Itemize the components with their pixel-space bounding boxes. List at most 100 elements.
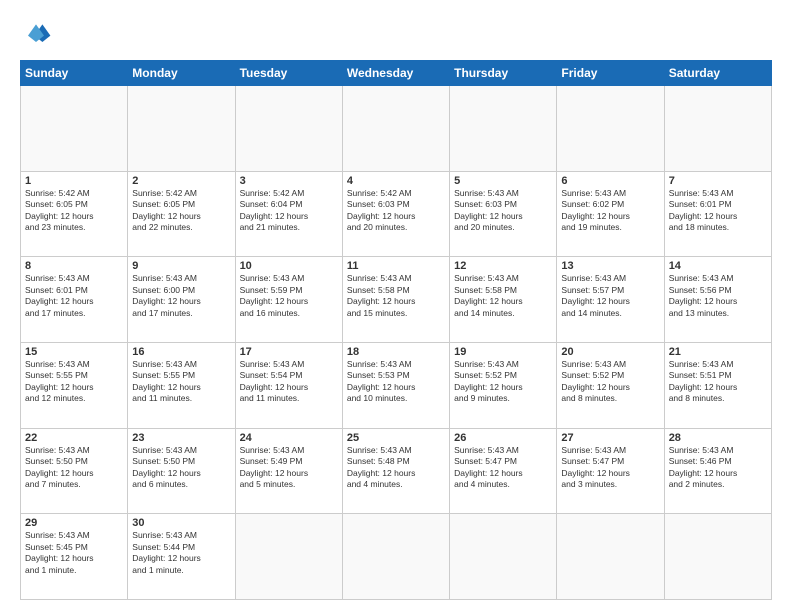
day-number: 21 — [669, 346, 767, 358]
day-number: 18 — [347, 346, 445, 358]
day-cell: 29Sunrise: 5:43 AM Sunset: 5:45 PM Dayli… — [21, 514, 128, 600]
week-row-4: 22Sunrise: 5:43 AM Sunset: 5:50 PM Dayli… — [21, 428, 772, 514]
day-number: 25 — [347, 432, 445, 444]
day-number: 8 — [25, 260, 123, 272]
day-cell: 4Sunrise: 5:42 AM Sunset: 6:03 PM Daylig… — [342, 171, 449, 257]
day-number: 9 — [132, 260, 230, 272]
day-detail: Sunrise: 5:43 AM Sunset: 5:57 PM Dayligh… — [561, 273, 659, 319]
day-cell: 15Sunrise: 5:43 AM Sunset: 5:55 PM Dayli… — [21, 342, 128, 428]
week-row-1: 1Sunrise: 5:42 AM Sunset: 6:05 PM Daylig… — [21, 171, 772, 257]
day-detail: Sunrise: 5:43 AM Sunset: 6:00 PM Dayligh… — [132, 273, 230, 319]
day-number: 12 — [454, 260, 552, 272]
day-number: 7 — [669, 175, 767, 187]
day-detail: Sunrise: 5:43 AM Sunset: 5:52 PM Dayligh… — [454, 359, 552, 405]
day-cell: 20Sunrise: 5:43 AM Sunset: 5:52 PM Dayli… — [557, 342, 664, 428]
day-cell — [235, 514, 342, 600]
day-cell: 17Sunrise: 5:43 AM Sunset: 5:54 PM Dayli… — [235, 342, 342, 428]
day-cell: 27Sunrise: 5:43 AM Sunset: 5:47 PM Dayli… — [557, 428, 664, 514]
day-detail: Sunrise: 5:43 AM Sunset: 5:58 PM Dayligh… — [347, 273, 445, 319]
day-cell: 8Sunrise: 5:43 AM Sunset: 6:01 PM Daylig… — [21, 257, 128, 343]
day-cell: 18Sunrise: 5:43 AM Sunset: 5:53 PM Dayli… — [342, 342, 449, 428]
week-row-2: 8Sunrise: 5:43 AM Sunset: 6:01 PM Daylig… — [21, 257, 772, 343]
day-detail: Sunrise: 5:43 AM Sunset: 5:56 PM Dayligh… — [669, 273, 767, 319]
day-detail: Sunrise: 5:42 AM Sunset: 6:03 PM Dayligh… — [347, 188, 445, 234]
page: SundayMondayTuesdayWednesdayThursdayFrid… — [0, 0, 792, 612]
day-detail: Sunrise: 5:43 AM Sunset: 5:54 PM Dayligh… — [240, 359, 338, 405]
day-detail: Sunrise: 5:42 AM Sunset: 6:05 PM Dayligh… — [132, 188, 230, 234]
day-detail: Sunrise: 5:43 AM Sunset: 6:03 PM Dayligh… — [454, 188, 552, 234]
day-number: 22 — [25, 432, 123, 444]
day-cell: 26Sunrise: 5:43 AM Sunset: 5:47 PM Dayli… — [450, 428, 557, 514]
day-cell: 16Sunrise: 5:43 AM Sunset: 5:55 PM Dayli… — [128, 342, 235, 428]
day-number: 28 — [669, 432, 767, 444]
day-cell — [557, 86, 664, 172]
day-cell: 12Sunrise: 5:43 AM Sunset: 5:58 PM Dayli… — [450, 257, 557, 343]
day-number: 26 — [454, 432, 552, 444]
day-number: 6 — [561, 175, 659, 187]
day-detail: Sunrise: 5:43 AM Sunset: 5:59 PM Dayligh… — [240, 273, 338, 319]
day-number: 29 — [25, 517, 123, 529]
day-cell: 24Sunrise: 5:43 AM Sunset: 5:49 PM Dayli… — [235, 428, 342, 514]
day-number: 19 — [454, 346, 552, 358]
day-detail: Sunrise: 5:43 AM Sunset: 5:58 PM Dayligh… — [454, 273, 552, 319]
day-number: 10 — [240, 260, 338, 272]
calendar-table: SundayMondayTuesdayWednesdayThursdayFrid… — [20, 60, 772, 600]
week-row-5: 29Sunrise: 5:43 AM Sunset: 5:45 PM Dayli… — [21, 514, 772, 600]
day-detail: Sunrise: 5:43 AM Sunset: 5:48 PM Dayligh… — [347, 445, 445, 491]
day-number: 13 — [561, 260, 659, 272]
header — [20, 18, 772, 50]
day-cell — [664, 514, 771, 600]
day-cell — [450, 86, 557, 172]
day-cell — [664, 86, 771, 172]
day-number: 24 — [240, 432, 338, 444]
day-detail: Sunrise: 5:43 AM Sunset: 5:50 PM Dayligh… — [25, 445, 123, 491]
day-number: 14 — [669, 260, 767, 272]
day-detail: Sunrise: 5:43 AM Sunset: 6:01 PM Dayligh… — [25, 273, 123, 319]
day-number: 27 — [561, 432, 659, 444]
day-cell: 21Sunrise: 5:43 AM Sunset: 5:51 PM Dayli… — [664, 342, 771, 428]
day-number: 16 — [132, 346, 230, 358]
day-detail: Sunrise: 5:43 AM Sunset: 5:44 PM Dayligh… — [132, 530, 230, 576]
day-cell — [450, 514, 557, 600]
day-cell: 2Sunrise: 5:42 AM Sunset: 6:05 PM Daylig… — [128, 171, 235, 257]
col-header-monday: Monday — [128, 61, 235, 86]
day-number: 20 — [561, 346, 659, 358]
day-cell: 13Sunrise: 5:43 AM Sunset: 5:57 PM Dayli… — [557, 257, 664, 343]
col-header-thursday: Thursday — [450, 61, 557, 86]
day-detail: Sunrise: 5:43 AM Sunset: 5:55 PM Dayligh… — [25, 359, 123, 405]
day-detail: Sunrise: 5:43 AM Sunset: 5:46 PM Dayligh… — [669, 445, 767, 491]
day-cell: 3Sunrise: 5:42 AM Sunset: 6:04 PM Daylig… — [235, 171, 342, 257]
day-cell: 10Sunrise: 5:43 AM Sunset: 5:59 PM Dayli… — [235, 257, 342, 343]
day-cell: 9Sunrise: 5:43 AM Sunset: 6:00 PM Daylig… — [128, 257, 235, 343]
day-cell — [342, 86, 449, 172]
day-number: 4 — [347, 175, 445, 187]
day-cell: 11Sunrise: 5:43 AM Sunset: 5:58 PM Dayli… — [342, 257, 449, 343]
day-number: 23 — [132, 432, 230, 444]
col-header-sunday: Sunday — [21, 61, 128, 86]
col-header-wednesday: Wednesday — [342, 61, 449, 86]
day-number: 1 — [25, 175, 123, 187]
day-number: 11 — [347, 260, 445, 272]
day-detail: Sunrise: 5:43 AM Sunset: 5:55 PM Dayligh… — [132, 359, 230, 405]
col-header-friday: Friday — [557, 61, 664, 86]
day-cell: 5Sunrise: 5:43 AM Sunset: 6:03 PM Daylig… — [450, 171, 557, 257]
day-cell: 7Sunrise: 5:43 AM Sunset: 6:01 PM Daylig… — [664, 171, 771, 257]
day-detail: Sunrise: 5:42 AM Sunset: 6:05 PM Dayligh… — [25, 188, 123, 234]
day-number: 2 — [132, 175, 230, 187]
day-cell: 28Sunrise: 5:43 AM Sunset: 5:46 PM Dayli… — [664, 428, 771, 514]
day-detail: Sunrise: 5:43 AM Sunset: 5:53 PM Dayligh… — [347, 359, 445, 405]
day-detail: Sunrise: 5:43 AM Sunset: 5:47 PM Dayligh… — [561, 445, 659, 491]
day-detail: Sunrise: 5:42 AM Sunset: 6:04 PM Dayligh… — [240, 188, 338, 234]
week-row-3: 15Sunrise: 5:43 AM Sunset: 5:55 PM Dayli… — [21, 342, 772, 428]
day-detail: Sunrise: 5:43 AM Sunset: 5:45 PM Dayligh… — [25, 530, 123, 576]
week-row-0 — [21, 86, 772, 172]
day-cell: 1Sunrise: 5:42 AM Sunset: 6:05 PM Daylig… — [21, 171, 128, 257]
day-detail: Sunrise: 5:43 AM Sunset: 6:01 PM Dayligh… — [669, 188, 767, 234]
day-cell: 22Sunrise: 5:43 AM Sunset: 5:50 PM Dayli… — [21, 428, 128, 514]
col-header-tuesday: Tuesday — [235, 61, 342, 86]
day-cell: 30Sunrise: 5:43 AM Sunset: 5:44 PM Dayli… — [128, 514, 235, 600]
col-header-saturday: Saturday — [664, 61, 771, 86]
day-detail: Sunrise: 5:43 AM Sunset: 5:50 PM Dayligh… — [132, 445, 230, 491]
day-cell — [21, 86, 128, 172]
day-detail: Sunrise: 5:43 AM Sunset: 6:02 PM Dayligh… — [561, 188, 659, 234]
